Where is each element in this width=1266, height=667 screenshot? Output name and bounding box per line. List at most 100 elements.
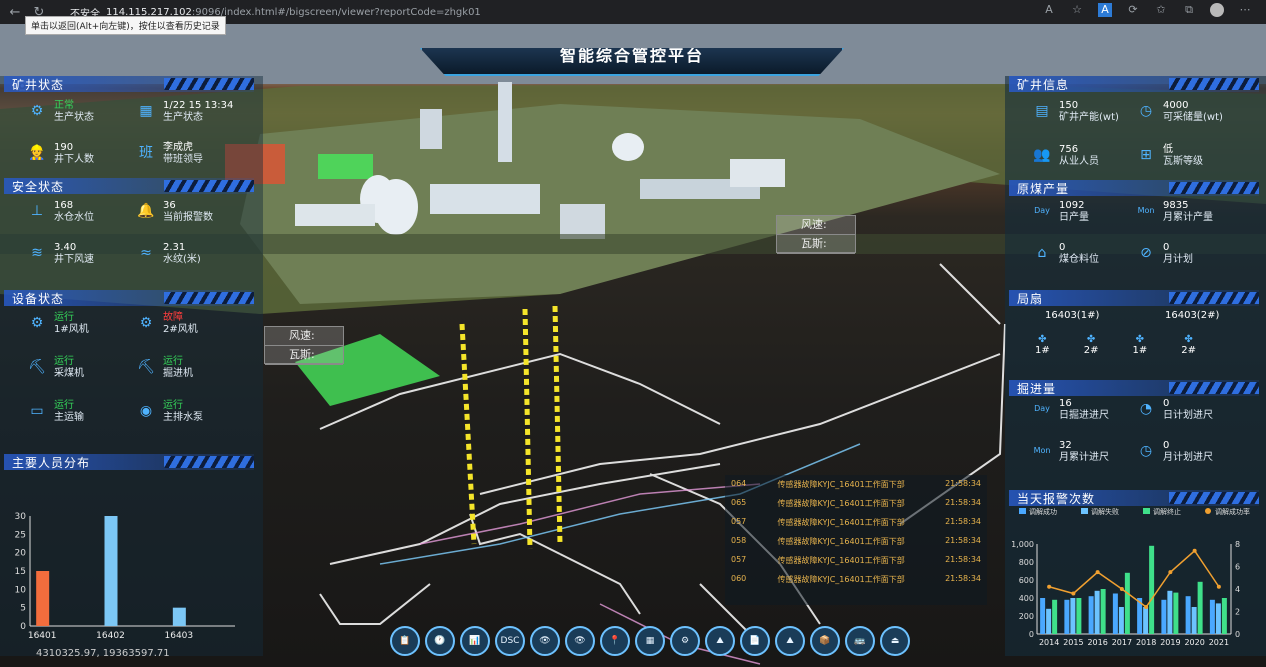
- refresh-icon[interactable]: ⟳: [1126, 3, 1140, 17]
- section-mine-info: 矿井信息: [1009, 76, 1259, 92]
- y-tick-label: 600: [1019, 576, 1034, 585]
- fan-label: 1#: [1132, 345, 1148, 356]
- stat-label: 月计划: [1163, 254, 1193, 265]
- stat-value: 32: [1059, 440, 1072, 451]
- x-tick-label: 2016: [1087, 638, 1107, 646]
- bar: [1143, 607, 1149, 634]
- alarm-row[interactable]: 064 传感器故障KYJC_16401工作面下部 21:58:34: [731, 479, 981, 490]
- alarm-row[interactable]: 060 传感器故障KYJC_16401工作面下部 21:58:34: [731, 574, 981, 585]
- alarm-row[interactable]: 065 传感器故障KYJC_16401工作面下部 21:58:34: [731, 498, 981, 509]
- legend-label: 调解终止: [1153, 507, 1181, 516]
- read-aloud-icon[interactable]: A: [1042, 3, 1056, 17]
- x-tick-label: 16402: [96, 631, 125, 641]
- roadheader-icon: ⛏: [137, 359, 155, 375]
- wind-speed-label: 风速:: [777, 216, 855, 235]
- water-level-icon: ⊥: [30, 203, 44, 219]
- stat-label: 矿井产能(wt): [1059, 112, 1119, 123]
- clock-icon: ◷: [1139, 103, 1153, 119]
- worker-icon: 👷: [28, 145, 46, 161]
- terrain-icon[interactable]: ⛰: [775, 626, 805, 656]
- section-title: 原煤产量: [1017, 181, 1070, 196]
- equip-roadheader[interactable]: ⛏ 运行 掘进机: [135, 356, 193, 380]
- stat-value: 190: [54, 142, 74, 153]
- mountain-icon[interactable]: ⛰: [705, 626, 735, 656]
- bar: [1173, 592, 1179, 634]
- stat-water-level: ⊥ 168 水仓水位: [26, 200, 94, 224]
- rate-point: [1095, 570, 1100, 575]
- favorite-icon[interactable]: ☆: [1070, 3, 1084, 17]
- bar: [172, 607, 186, 626]
- conveyor-icon: ▭: [30, 403, 44, 419]
- stat-value: 0: [1059, 242, 1066, 253]
- equip-shearer[interactable]: ⛏ 运行 采煤机: [26, 356, 84, 380]
- stat-gas-grade: ⊞ 低 瓦斯等级: [1135, 144, 1203, 168]
- warehouse-icon: ⌂: [1037, 245, 1047, 261]
- eye-icon[interactable]: 👁: [530, 626, 560, 656]
- y2-tick-label: 6: [1235, 563, 1240, 572]
- equip-main-pump[interactable]: ◉ 运行 主排水泵: [135, 400, 203, 424]
- x-tick-label: 2019: [1160, 638, 1180, 646]
- alarm-message: 传感器故障KYJC_16401工作面下部: [777, 556, 905, 565]
- gas-label: 瓦斯:: [265, 346, 343, 365]
- collections-icon[interactable]: ⧉: [1182, 3, 1196, 17]
- history-icon[interactable]: 🕐: [425, 626, 455, 656]
- vehicle-icon[interactable]: 🚌: [845, 626, 875, 656]
- eject-icon[interactable]: ⏏: [880, 626, 910, 656]
- eye-hidden-icon[interactable]: 👁: [565, 626, 595, 656]
- location-icon[interactable]: 📍: [600, 626, 630, 656]
- grid-icon[interactable]: ▦: [635, 626, 665, 656]
- fan-item[interactable]: ✤ 2#: [1084, 334, 1099, 356]
- stat-production-status: ⚙ 正常 生产状态: [26, 100, 94, 124]
- x-tick-label: 16403: [165, 631, 194, 641]
- profile-avatar[interactable]: [1210, 3, 1224, 17]
- fan-item[interactable]: ✤ 1#: [1035, 334, 1050, 356]
- equip-fan-2[interactable]: ⚙ 故障 2#风机: [135, 312, 198, 336]
- people-icon: 👥: [1033, 147, 1051, 163]
- section-title: 主要人员分布: [12, 455, 91, 470]
- fan-icon: ✤: [1038, 334, 1047, 345]
- alarm-id: 065: [731, 498, 747, 507]
- clock-icon: ◷: [1139, 443, 1153, 459]
- calendar-icon: ▦: [139, 103, 153, 119]
- alarm-message: 传感器故障KYJC_16401工作面下部: [777, 575, 905, 584]
- dsc-icon[interactable]: DSC: [495, 626, 525, 656]
- fan-item[interactable]: ✤ 2#: [1181, 334, 1196, 356]
- legend-swatch: [1081, 508, 1088, 514]
- document-icon[interactable]: 📄: [740, 626, 770, 656]
- stat-value: 168: [54, 200, 74, 211]
- alarm-list[interactable]: 064 传感器故障KYJC_16401工作面下部 21:58:34 065 传感器故障K…: [725, 475, 987, 605]
- stat-label: 生产状态: [163, 112, 203, 123]
- alarm-row[interactable]: 058 传感器故障KYJC_16401工作面下部 21:58:34: [731, 536, 981, 547]
- left-panel: 矿井状态 ⚙ 正常 生产状态 ▦ 1/22 15 13:34 生产状态 👷 19…: [0, 76, 263, 656]
- stat-shift-leader: 班 李成虎 带班领导: [135, 142, 203, 166]
- stat-label: 月计划进尺: [1163, 452, 1213, 463]
- stat-value: 正常: [54, 100, 74, 111]
- alarm-row[interactable]: 057 传感器故障KYJC_16401工作面下部 21:58:34: [731, 517, 981, 528]
- back-icon[interactable]: ←: [6, 3, 24, 21]
- gas-grade-icon: ⊞: [1140, 147, 1152, 163]
- calendar-month-icon: Mon: [1033, 446, 1051, 455]
- alarm-time: 21:58:34: [945, 536, 982, 545]
- fan-item[interactable]: ✤ 1#: [1133, 334, 1148, 356]
- section-title: 当天报警次数: [1017, 491, 1096, 506]
- calendar-day-icon: Day: [1034, 404, 1050, 413]
- y2-tick-label: 8: [1235, 540, 1240, 549]
- box-icon[interactable]: 📦: [810, 626, 840, 656]
- clipboard-icon[interactable]: 📋: [390, 626, 420, 656]
- alarm-time: 21:58:34: [945, 479, 982, 488]
- settings-icon[interactable]: ⚙: [670, 626, 700, 656]
- equip-main-transport[interactable]: ▭ 运行 主运输: [26, 400, 84, 424]
- wind-gas-label: 风速: 瓦斯:: [264, 326, 344, 365]
- equip-fan-1[interactable]: ⚙ 运行 1#风机: [26, 312, 89, 336]
- extension-icon[interactable]: A: [1098, 3, 1112, 17]
- fan-icon: ✤: [1184, 334, 1193, 345]
- 3d-scene[interactable]: 智能综合管控平台 👁 风速: 瓦斯: 风速: 瓦斯: 矿井状态 ⚙ 正常 生产状…: [0, 24, 1266, 667]
- alarm-row[interactable]: 057 传感器故障KYJC_16401工作面下部 21:58:34: [731, 555, 981, 566]
- more-icon[interactable]: ⋯: [1238, 3, 1252, 17]
- monitor-icon[interactable]: 📊: [460, 626, 490, 656]
- section-equipment-status: 设备状态: [4, 290, 254, 306]
- stat-daily-plan: ◔ 0 日计划进尺: [1135, 398, 1213, 422]
- section-mine-status: 矿井状态: [4, 76, 254, 92]
- favorites-icon[interactable]: ✩: [1154, 3, 1168, 17]
- stat-daily-footage: Day 16 日掘进进尺: [1031, 398, 1109, 422]
